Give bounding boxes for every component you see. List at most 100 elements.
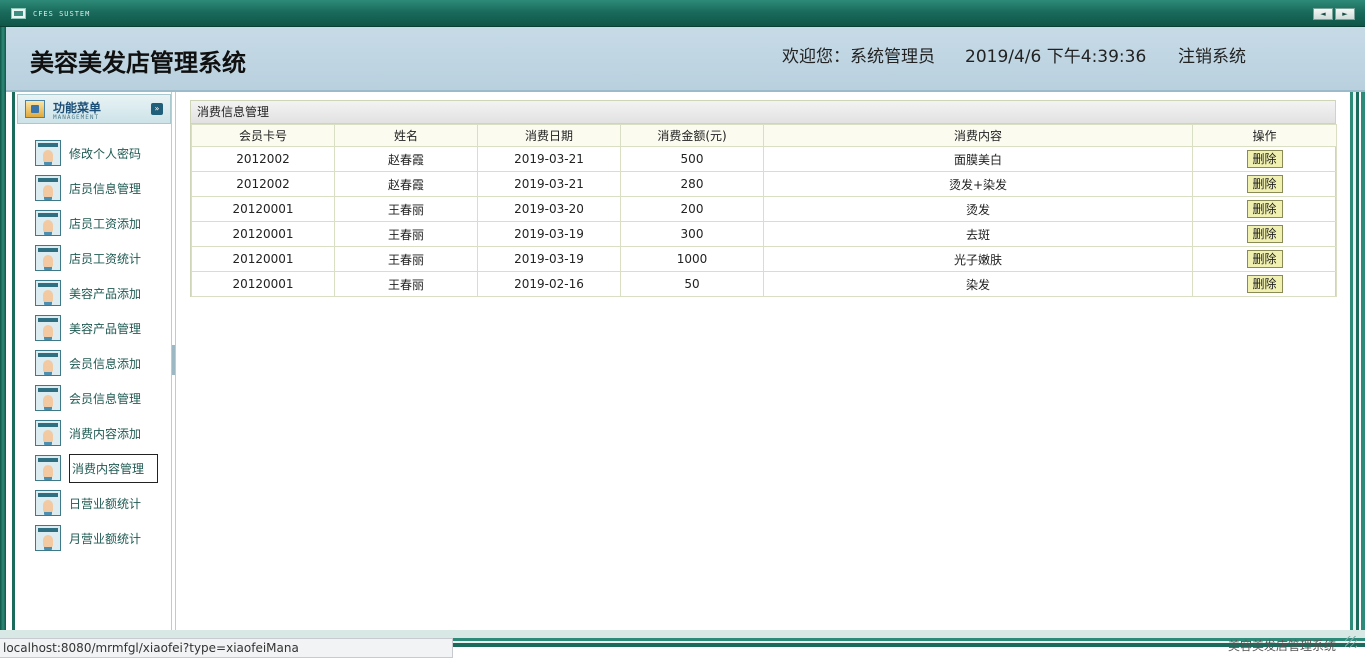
user-card-icon	[35, 385, 61, 411]
column-header-card: 会员卡号	[191, 124, 335, 147]
cell-action: 删除	[1192, 196, 1337, 222]
user-card-icon	[35, 455, 61, 481]
cell-amount: 280	[620, 171, 764, 197]
cell-card-number: 2012002	[191, 171, 335, 197]
sidebar-item-label: 会员信息添加	[69, 357, 142, 371]
cell-name: 王春丽	[334, 271, 478, 297]
sidebar-item-label: 美容产品管理	[69, 322, 142, 336]
panel-title: 消费信息管理	[191, 101, 1335, 124]
table-row: 20120001 王春丽 2019-02-16 50 染发 删除	[191, 271, 1337, 297]
delete-button[interactable]: 删除	[1246, 250, 1283, 268]
cell-action: 删除	[1192, 246, 1337, 272]
cell-card-number: 2012002	[191, 146, 335, 172]
app-title: 美容美发店管理系统	[30, 49, 246, 77]
user-card-icon	[35, 420, 61, 446]
sidebar-header: 功能菜单 MANAGEMENT »	[17, 94, 171, 124]
browser-status-url: localhost:8080/mrmfgl/xiaofei?type=xiaof…	[0, 638, 453, 658]
sidebar-item[interactable]: 美容产品管理	[15, 312, 171, 347]
monitor-icon	[11, 8, 26, 19]
cell-card-number: 20120001	[191, 221, 335, 247]
cell-content: 染发	[763, 271, 1193, 297]
cell-name: 赵春霞	[334, 171, 478, 197]
cell-amount: 50	[620, 271, 764, 297]
user-card-icon	[35, 315, 61, 341]
table-body: 2012002 赵春霞 2019-03-21 500 面膜美白 删除 2012002 赵春霞 2…	[191, 146, 1337, 297]
sidebar-item[interactable]: 美容产品添加	[15, 277, 171, 312]
cell-content: 烫发	[763, 196, 1193, 222]
delete-button[interactable]: 删除	[1246, 175, 1283, 193]
sidebar-item[interactable]: 店员工资添加	[15, 207, 171, 242]
delete-button[interactable]: 删除	[1246, 150, 1283, 168]
table-row: 20120001 王春丽 2019-03-19 1000 光子嫩肤 删除	[191, 246, 1337, 272]
sidebar-item[interactable]: 修改个人密码	[15, 137, 171, 172]
sidebar-item[interactable]: 消费内容管理	[15, 452, 171, 487]
sidebar-item-label: 店员工资添加	[69, 217, 142, 231]
frame-border-right	[1348, 92, 1365, 632]
main-content: 消费信息管理 会员卡号 姓名 消费日期 消费金额(元) 消费内容 操作 2012…	[175, 92, 1348, 630]
sidebar-item[interactable]: 店员工资统计	[15, 242, 171, 277]
user-card-icon	[35, 350, 61, 376]
sidebar: 功能菜单 MANAGEMENT » 修改个人密码 店员信息管理 店员工资添加 店员工资…	[12, 92, 172, 630]
user-card-icon	[35, 175, 61, 201]
sidebar-item[interactable]: 月营业额统计	[15, 522, 171, 557]
current-datetime: 2019/4/6 下午4:39:36	[965, 47, 1147, 67]
system-label: CFES SUSTEM	[33, 10, 91, 18]
consumption-panel: 消费信息管理 会员卡号 姓名 消费日期 消费金额(元) 消费内容 操作 2012…	[190, 100, 1337, 297]
cell-date: 2019-02-16	[477, 271, 621, 297]
cell-amount: 500	[620, 146, 764, 172]
sidebar-item-label: 美容产品添加	[69, 287, 142, 301]
user-card-icon	[35, 210, 61, 236]
cell-name: 赵春霞	[334, 146, 478, 172]
cell-date: 2019-03-21	[477, 171, 621, 197]
sidebar-item[interactable]: 日营业额统计	[15, 487, 171, 522]
user-card-icon	[35, 525, 61, 551]
column-header-amount: 消费金额(元)	[620, 124, 764, 147]
cell-action: 删除	[1192, 171, 1337, 197]
logout-link[interactable]: 注销系统	[1178, 42, 1246, 67]
cell-date: 2019-03-19	[477, 246, 621, 272]
sidebar-item-label: 店员工资统计	[69, 252, 142, 266]
cell-amount: 300	[620, 221, 764, 247]
cell-card-number: 20120001	[191, 196, 335, 222]
resize-grip-icon[interactable]	[1345, 636, 1357, 648]
welcome-text: 欢迎您：系统管理员	[782, 47, 935, 67]
cell-amount: 1000	[620, 246, 764, 272]
cell-amount: 200	[620, 196, 764, 222]
column-header-content: 消费内容	[763, 124, 1193, 147]
cell-card-number: 20120001	[191, 246, 335, 272]
cell-action: 删除	[1192, 271, 1337, 297]
sidebar-item-label: 会员信息管理	[69, 392, 142, 406]
delete-button[interactable]: 删除	[1246, 275, 1283, 293]
footer-text: 美容美发店管理系统	[1228, 639, 1337, 653]
function-menu-icon	[25, 100, 45, 118]
sidebar-item-label: 修改个人密码	[69, 147, 142, 161]
consumption-table: 会员卡号 姓名 消费日期 消费金额(元) 消费内容 操作 2012002 赵春霞 2…	[191, 124, 1337, 297]
user-card-icon	[35, 140, 61, 166]
nav-prev-button[interactable]: ◄	[1313, 8, 1333, 20]
sidebar-item-label: 消费内容添加	[69, 427, 142, 441]
collapse-menu-icon[interactable]: »	[151, 103, 163, 115]
user-card-icon	[35, 280, 61, 306]
cell-date: 2019-03-20	[477, 196, 621, 222]
menu-subtitle: MANAGEMENT	[53, 114, 100, 121]
sidebar-item-label: 日营业额统计	[69, 497, 142, 511]
table-row: 20120001 王春丽 2019-03-19 300 去斑 删除	[191, 221, 1337, 247]
table-row: 20120001 王春丽 2019-03-20 200 烫发 删除	[191, 196, 1337, 222]
cell-name: 王春丽	[334, 221, 478, 247]
sidebar-item-label: 店员信息管理	[69, 182, 142, 196]
sidebar-item[interactable]: 消费内容添加	[15, 417, 171, 452]
nav-next-button[interactable]: ►	[1335, 8, 1355, 20]
sidebar-item[interactable]: 会员信息管理	[15, 382, 171, 417]
cell-action: 删除	[1192, 146, 1337, 172]
delete-button[interactable]: 删除	[1246, 225, 1283, 243]
table-row: 2012002 赵春霞 2019-03-21 280 烫发+染发 删除	[191, 171, 1337, 197]
sidebar-item[interactable]: 店员信息管理	[15, 172, 171, 207]
cell-date: 2019-03-21	[477, 146, 621, 172]
delete-button[interactable]: 删除	[1246, 200, 1283, 218]
cell-content: 面膜美白	[763, 146, 1193, 172]
sidebar-menu: 修改个人密码 店员信息管理 店员工资添加 店员工资统计 美容产品添加 美容产品管理 会员信息…	[15, 137, 171, 557]
sidebar-item[interactable]: 会员信息添加	[15, 347, 171, 382]
cell-date: 2019-03-19	[477, 221, 621, 247]
table-row: 2012002 赵春霞 2019-03-21 500 面膜美白 删除	[191, 146, 1337, 172]
cell-name: 王春丽	[334, 196, 478, 222]
